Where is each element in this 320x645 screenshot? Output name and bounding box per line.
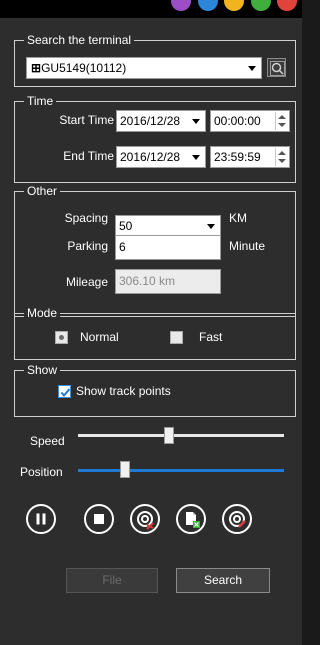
chevron-down-icon xyxy=(192,155,200,160)
search-terminal-button[interactable] xyxy=(267,58,286,77)
search-icon xyxy=(270,61,285,76)
track-point-button[interactable] xyxy=(222,504,252,534)
mode-legend: Mode xyxy=(24,306,61,320)
track-playback-panel: Search the terminal ⊞GU5149(10112) Time … xyxy=(0,18,302,645)
terminal-select[interactable]: ⊞GU5149(10112) xyxy=(26,57,262,79)
export-button[interactable] xyxy=(176,504,206,534)
mode-normal-radio[interactable] xyxy=(55,331,68,344)
parking-label: Parking xyxy=(67,239,108,253)
position-slider-track[interactable] xyxy=(78,469,284,472)
end-time-label: End Time xyxy=(63,149,114,163)
spin-arrows-icon[interactable] xyxy=(275,148,288,166)
search-terminal-legend: Search the terminal xyxy=(24,33,135,47)
start-date-picker[interactable]: 2016/12/28 xyxy=(116,110,206,132)
decorative-circle-yellow xyxy=(224,0,244,11)
start-time-label: Start Time xyxy=(59,113,114,127)
end-time-spinner[interactable]: 23:59:59 xyxy=(210,146,290,168)
vehicle-icon: ⊞ xyxy=(31,61,42,75)
spacing-label: Spacing xyxy=(64,211,108,225)
position-slider-thumb[interactable] xyxy=(120,461,130,478)
mileage-label: Mileage xyxy=(65,275,108,289)
parking-input[interactable]: 6 xyxy=(115,235,221,260)
chevron-down-icon xyxy=(207,224,215,229)
spacing-select[interactable]: 50 xyxy=(115,215,221,237)
clear-track-icon xyxy=(137,511,154,530)
end-date-picker[interactable]: 2016/12/28 xyxy=(116,146,206,168)
speed-slider-thumb[interactable] xyxy=(164,427,174,444)
decorative-circle-purple xyxy=(171,0,191,11)
speed-label: Speed xyxy=(30,434,65,448)
decorative-circle-red xyxy=(277,0,297,11)
chevron-down-icon xyxy=(192,119,200,124)
show-legend: Show xyxy=(24,363,61,377)
parking-unit: Minute xyxy=(229,239,266,253)
pause-button[interactable] xyxy=(26,504,56,534)
track-point-icon xyxy=(229,511,246,528)
pause-icon xyxy=(36,513,46,525)
start-time-spinner[interactable]: 00:00:00 xyxy=(210,110,290,132)
checkmark-icon xyxy=(60,388,71,398)
mode-normal-label: Normal xyxy=(80,330,119,344)
time-legend: Time xyxy=(24,94,57,108)
clear-track-button[interactable] xyxy=(130,504,160,534)
stop-icon xyxy=(94,514,104,524)
mode-fast-label: Fast xyxy=(199,330,223,344)
spin-arrows-icon[interactable] xyxy=(275,112,288,130)
mileage-field: 306.10 km xyxy=(115,269,221,294)
speed-slider-track[interactable] xyxy=(78,434,284,437)
show-track-points-checkbox[interactable] xyxy=(58,385,71,398)
file-button[interactable]: File xyxy=(66,568,158,593)
export-icon xyxy=(186,512,200,528)
show-track-points-label: Show track points xyxy=(76,384,171,398)
decorative-circle-blue xyxy=(198,0,218,11)
position-label: Position xyxy=(20,465,63,479)
chevron-down-icon xyxy=(248,66,256,71)
other-legend: Other xyxy=(24,184,61,198)
window-top-bar xyxy=(0,0,302,18)
stop-button[interactable] xyxy=(84,504,114,534)
mode-fast-radio[interactable] xyxy=(170,331,183,344)
decorative-circle-green xyxy=(251,0,271,11)
spacing-unit: KM xyxy=(229,211,247,225)
search-button[interactable]: Search xyxy=(176,568,270,593)
